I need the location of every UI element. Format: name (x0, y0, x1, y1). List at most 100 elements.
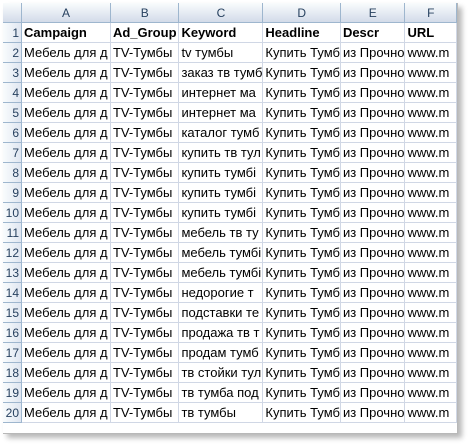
cell-url[interactable]: www.m (404, 262, 457, 283)
cell-descr[interactable]: из Прочно (340, 142, 406, 163)
cell-headline[interactable]: Купить Тумб (262, 122, 341, 143)
cell-descr[interactable]: из Прочно (340, 102, 406, 123)
cell-ad-group[interactable]: TV-Тумбы (110, 202, 180, 223)
cell-keyword[interactable]: каталог тумб (178, 122, 264, 143)
cell-ad-group[interactable]: TV-Тумбы (110, 62, 180, 83)
cell-ad-group[interactable]: TV-Тумбы (110, 242, 180, 263)
cell-keyword[interactable]: заказ тв тумб (178, 62, 264, 83)
cell-descr[interactable]: из Прочно (340, 82, 406, 103)
row-header[interactable]: 5 (3, 102, 23, 123)
select-all-corner[interactable] (3, 3, 23, 23)
cell-keyword[interactable]: tv тумбы (178, 42, 264, 63)
cell-descr[interactable]: из Прочно (340, 402, 406, 423)
cell-ad-group[interactable]: TV-Тумбы (110, 42, 180, 63)
cell-ad-group[interactable]: TV-Тумбы (110, 342, 180, 363)
cell-campaign[interactable]: Мебель для д (21, 222, 111, 243)
cell-campaign[interactable]: Мебель для д (21, 282, 111, 303)
cell-url[interactable]: www.m (404, 122, 457, 143)
row-header[interactable]: 1 (3, 22, 23, 43)
cell-headline[interactable]: Купить Тумб (262, 362, 341, 383)
row-header[interactable]: 7 (3, 142, 23, 163)
cell-descr[interactable]: из Прочно (340, 382, 406, 403)
column-header-e[interactable]: E (340, 3, 406, 23)
cell-descr[interactable]: из Прочно (340, 62, 406, 83)
row-header[interactable]: 11 (3, 222, 23, 243)
cell-descr[interactable]: из Прочно (340, 262, 406, 283)
cell-campaign[interactable]: Мебель для д (21, 362, 111, 383)
cell-campaign[interactable]: Мебель для д (21, 302, 111, 323)
cell-keyword[interactable]: интернет ма (178, 82, 264, 103)
cell-keyword-header[interactable]: Keyword (178, 22, 264, 43)
cell-descr[interactable]: из Прочно (340, 162, 406, 183)
row-header[interactable]: 4 (3, 82, 23, 103)
row-header[interactable]: 13 (3, 262, 23, 283)
cell-keyword[interactable]: интернет ма (178, 102, 264, 123)
cell-campaign[interactable]: Мебель для д (21, 42, 111, 63)
cell-url[interactable]: www.m (404, 202, 457, 223)
cell-url[interactable]: www.m (404, 222, 457, 243)
cell-ad-group[interactable]: TV-Тумбы (110, 102, 180, 123)
cell-url[interactable]: www.m (404, 342, 457, 363)
cell-ad-group[interactable]: TV-Тумбы (110, 142, 180, 163)
row-header[interactable]: 14 (3, 282, 23, 303)
cell-keyword[interactable]: тв стойки тул (178, 362, 264, 383)
cell-url[interactable]: www.m (404, 82, 457, 103)
cell-url[interactable]: www.m (404, 162, 457, 183)
column-header-f[interactable]: F (404, 3, 457, 23)
cell-descr[interactable]: из Прочно (340, 122, 406, 143)
cell-campaign[interactable]: Мебель для д (21, 382, 111, 403)
cell-ad-group[interactable]: TV-Тумбы (110, 382, 180, 403)
cell-url[interactable]: www.m (404, 362, 457, 383)
cell-url[interactable]: www.m (404, 182, 457, 203)
cell-ad-group[interactable]: TV-Тумбы (110, 362, 180, 383)
cell-headline[interactable]: Купить Тумб (262, 282, 341, 303)
row-header[interactable]: 10 (3, 202, 23, 223)
cell-descr[interactable]: из Прочно (340, 302, 406, 323)
cell-campaign[interactable]: Мебель для д (21, 142, 111, 163)
cell-ad-group[interactable]: TV-Тумбы (110, 182, 180, 203)
column-header-a[interactable]: A (21, 3, 111, 23)
row-header[interactable]: 8 (3, 162, 23, 183)
cell-campaign[interactable]: Мебель для д (21, 402, 111, 423)
cell-keyword[interactable]: тв тумбы (178, 402, 264, 423)
cell-headline[interactable]: Купить Тумб (262, 322, 341, 343)
cell-keyword[interactable]: купить тумбі (178, 202, 264, 223)
cell-headline[interactable]: Купить Тумб (262, 382, 341, 403)
cell-url[interactable]: www.m (404, 62, 457, 83)
cell-url[interactable]: www.m (404, 42, 457, 63)
cell-campaign[interactable]: Мебель для д (21, 82, 111, 103)
cell-descr[interactable]: из Прочно (340, 42, 406, 63)
cell-ad-group[interactable]: TV-Тумбы (110, 82, 180, 103)
cell-descr[interactable]: из Прочно (340, 242, 406, 263)
cell-headline-header[interactable]: Headline (262, 22, 341, 43)
cell-headline[interactable]: Купить Тумб (262, 102, 341, 123)
cell-ad-group[interactable]: TV-Тумбы (110, 162, 180, 183)
cell-descr[interactable]: из Прочно (340, 362, 406, 383)
row-header[interactable]: 20 (3, 402, 23, 423)
column-header-c[interactable]: C (178, 3, 264, 23)
cell-ad-group[interactable]: TV-Тумбы (110, 402, 180, 423)
cell-descr[interactable]: из Прочно (340, 342, 406, 363)
cell-campaign-header[interactable]: Campaign (21, 22, 111, 43)
cell-campaign[interactable]: Мебель для д (21, 262, 111, 283)
cell-headline[interactable]: Купить Тумб (262, 302, 341, 323)
row-header[interactable]: 18 (3, 362, 23, 383)
cell-campaign[interactable]: Мебель для д (21, 322, 111, 343)
cell-campaign[interactable]: Мебель для д (21, 122, 111, 143)
row-header[interactable]: 17 (3, 342, 23, 363)
cell-ad-group[interactable]: TV-Тумбы (110, 322, 180, 343)
row-header[interactable]: 3 (3, 62, 23, 83)
cell-keyword[interactable]: тв тумба под (178, 382, 264, 403)
cell-campaign[interactable]: Мебель для д (21, 342, 111, 363)
column-header-d[interactable]: D (262, 3, 341, 23)
row-header[interactable]: 12 (3, 242, 23, 263)
cell-headline[interactable]: Купить Тумб (262, 42, 341, 63)
row-header[interactable]: 19 (3, 382, 23, 403)
row-header[interactable]: 15 (3, 302, 23, 323)
cell-descr[interactable]: из Прочно (340, 202, 406, 223)
cell-ad-group[interactable]: TV-Тумбы (110, 302, 180, 323)
cell-headline[interactable]: Купить Тумб (262, 402, 341, 423)
cell-campaign[interactable]: Мебель для д (21, 162, 111, 183)
cell-keyword[interactable]: купить тв тул (178, 142, 264, 163)
row-header[interactable]: 9 (3, 182, 23, 203)
